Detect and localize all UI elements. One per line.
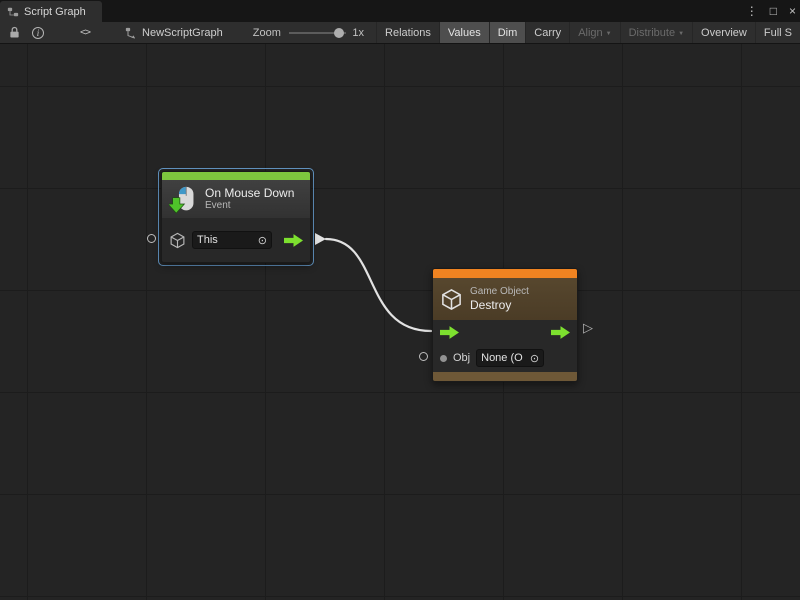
destroy-node-title: Destroy xyxy=(470,298,529,312)
destroy-node-body: Obj None (O ⊙ xyxy=(433,320,577,372)
zoom-slider[interactable] xyxy=(289,27,347,39)
mouse-down-icon xyxy=(169,185,198,214)
zoom-value: 1x xyxy=(352,27,364,39)
script-graph-icon xyxy=(7,6,19,18)
info-icon: i xyxy=(32,27,44,39)
toolbar-button-relations[interactable]: Relations xyxy=(376,22,439,44)
graph-name: NewScriptGraph xyxy=(142,27,223,39)
destroy-node-category: Game Object xyxy=(470,286,529,298)
event-node-subtitle: Event xyxy=(205,200,294,212)
object-picker-icon[interactable]: ⊙ xyxy=(258,234,267,247)
event-node-title: On Mouse Down xyxy=(205,186,294,200)
toolbar-button-carry[interactable]: Carry xyxy=(525,22,569,44)
connection-wire[interactable] xyxy=(0,44,800,600)
destroy-param-row: Obj None (O ⊙ xyxy=(433,344,577,372)
event-target-input-port[interactable] xyxy=(147,234,156,243)
node-destroy[interactable]: Game Object Destroy Obj No xyxy=(432,268,578,382)
toolbar-button-distribute[interactable]: Distribute ▼ xyxy=(620,22,692,44)
toolbar: i <> NewScriptGraph Zoom 1x Relations Va… xyxy=(0,22,800,44)
maximize-icon[interactable]: □ xyxy=(770,5,777,17)
toolbar-button-fullscreen[interactable]: Full S xyxy=(755,22,800,44)
code-icon: <> xyxy=(80,27,90,38)
node-on-mouse-down[interactable]: On Mouse Down Event This ⊙ xyxy=(161,171,311,263)
zoom-label: Zoom xyxy=(253,27,281,39)
graph-icon xyxy=(125,27,137,39)
destroy-obj-input-port[interactable] xyxy=(419,352,428,361)
game-object-cube-icon xyxy=(440,288,463,311)
flow-output-arrow-icon[interactable] xyxy=(551,326,570,339)
chevron-down-icon: ▼ xyxy=(606,31,612,37)
event-accent-bar xyxy=(162,172,310,180)
destroy-flow-row xyxy=(433,320,577,344)
menu-icon[interactable]: ⋮ xyxy=(746,5,758,17)
event-node-body: This ⊙ xyxy=(162,218,310,262)
flow-input-arrow-icon[interactable] xyxy=(440,326,459,339)
destroy-obj-dropdown[interactable]: None (O ⊙ xyxy=(476,349,544,367)
close-icon[interactable]: × xyxy=(789,5,796,17)
unity-script-graph-window: Script Graph ⋮ □ × i <> NewScri xyxy=(0,0,800,600)
event-node-header[interactable]: On Mouse Down Event xyxy=(162,180,310,218)
destroy-footer-bar xyxy=(433,372,577,381)
event-node-selection: On Mouse Down Event This ⊙ xyxy=(158,168,314,266)
event-target-value: This xyxy=(197,234,255,246)
destroy-accent-bar xyxy=(433,269,577,278)
value-port-dot-icon[interactable] xyxy=(440,355,447,362)
flow-output-unconnected-port[interactable]: ▷ xyxy=(583,321,593,334)
graph-breadcrumb[interactable]: NewScriptGraph xyxy=(125,27,223,39)
destroy-param-label: Obj xyxy=(453,352,470,364)
object-picker-icon[interactable]: ⊙ xyxy=(530,352,539,365)
titlebar: Script Graph ⋮ □ × xyxy=(0,0,800,22)
graph-canvas[interactable]: On Mouse Down Event This ⊙ xyxy=(0,44,800,600)
game-object-cube-icon xyxy=(169,232,186,249)
chevron-down-icon: ▼ xyxy=(678,31,684,37)
event-node-titles: On Mouse Down Event xyxy=(205,186,294,212)
lock-icon xyxy=(9,26,20,39)
window-controls: ⋮ □ × xyxy=(746,0,796,22)
tab-title: Script Graph xyxy=(24,6,86,18)
event-target-dropdown[interactable]: This ⊙ xyxy=(192,231,272,249)
info-button[interactable]: i xyxy=(27,22,49,44)
toolbar-button-dim[interactable]: Dim xyxy=(489,22,526,44)
toolbar-button-values[interactable]: Values xyxy=(439,22,489,44)
destroy-node-header[interactable]: Game Object Destroy xyxy=(433,278,577,320)
zoom-slider-handle[interactable] xyxy=(334,28,344,38)
lock-button[interactable] xyxy=(4,22,25,44)
flow-output-arrow-icon[interactable] xyxy=(284,234,303,247)
toolbar-buttons: Relations Values Dim Carry Align ▼ Distr… xyxy=(376,22,800,44)
code-view-button[interactable]: <> xyxy=(75,22,95,44)
destroy-node-titles: Game Object Destroy xyxy=(470,286,529,312)
destroy-obj-value: None (O xyxy=(481,352,527,364)
toolbar-button-overview[interactable]: Overview xyxy=(692,22,755,44)
tab-script-graph[interactable]: Script Graph xyxy=(0,1,102,22)
event-node-row: This ⊙ xyxy=(162,218,310,262)
toolbar-button-align[interactable]: Align ▼ xyxy=(569,22,619,44)
